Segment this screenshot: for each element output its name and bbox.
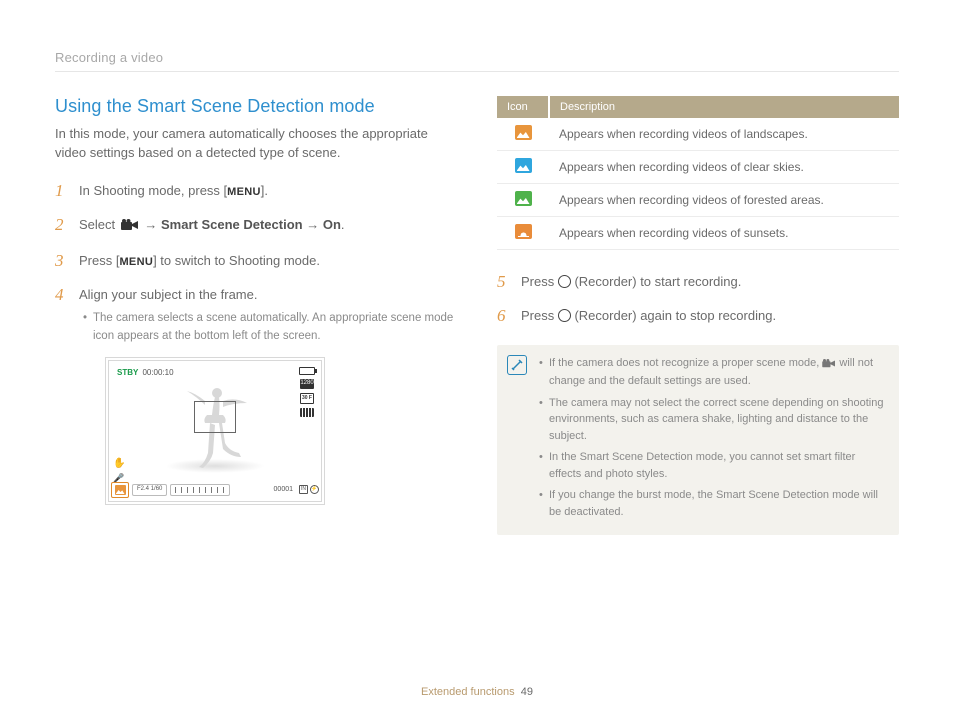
mic-icon	[113, 467, 125, 479]
step-number: 1	[55, 181, 69, 201]
aperture-value: F2.4	[137, 485, 149, 494]
note-item: The camera may not select the correct sc…	[539, 395, 885, 445]
step-number: 2	[55, 215, 69, 237]
menu-label: MENU	[227, 186, 261, 198]
page-footer: Extended functions 49	[0, 686, 954, 698]
sunset-icon	[515, 224, 532, 239]
icon-description-table: Icon Description Appears when recording …	[497, 96, 899, 250]
step-6: 6 Press (Recorder) again to stop recordi…	[497, 306, 899, 326]
breadcrumb: Recording a video	[55, 50, 899, 65]
right-column: Icon Description Appears when recording …	[497, 96, 899, 535]
focus-box	[194, 401, 236, 433]
step-number: 3	[55, 251, 69, 271]
recorder-button-icon	[558, 275, 571, 288]
left-column: Using the Smart Scene Detection mode In …	[55, 96, 457, 535]
screen-bottom-bar: F2.4 1/60 00001 IN ⚡	[111, 481, 319, 499]
resolution-icon: 1280	[300, 379, 314, 389]
table-row: Appears when recording videos of foreste…	[497, 184, 899, 217]
aperture-shutter-pill: F2.4 1/60	[132, 484, 167, 496]
framerate-icon: 30 F	[300, 393, 314, 404]
note-item: In the Smart Scene Detection mode, you c…	[539, 449, 885, 482]
table-desc: Appears when recording videos of landsca…	[549, 118, 899, 151]
step-4: 4 Align your subject in the frame. The c…	[55, 285, 457, 505]
step-2-arrow-1: →	[141, 217, 161, 232]
step-2-period: .	[341, 217, 345, 232]
step-3-text-b: ] to switch to Shooting mode.	[153, 253, 320, 268]
step-6-text-a: Press	[521, 308, 558, 323]
table-row: Appears when recording videos of sunsets…	[497, 217, 899, 250]
flash-off-icon: ⚡	[310, 485, 319, 494]
page-title: Using the Smart Scene Detection mode	[55, 96, 457, 117]
step-number: 6	[497, 306, 511, 326]
videocam-icon	[822, 357, 836, 374]
stby-indicator: STBY 00:00:10	[117, 367, 174, 379]
sky-icon	[515, 158, 532, 173]
stabilizer-icon	[113, 452, 125, 464]
footer-page-number: 49	[521, 686, 533, 698]
step-1: 1 In Shooting mode, press [MENU].	[55, 181, 457, 201]
note-box: If the camera does not recognize a prope…	[497, 345, 899, 536]
forest-icon	[515, 191, 532, 206]
scene-mode-chip	[111, 482, 129, 498]
note-1a: If the camera does not recognize a prope…	[549, 357, 822, 369]
step-5: 5 Press (Recorder) to start recording.	[497, 272, 899, 292]
step-5-text-b: (Recorder) to start recording.	[571, 274, 742, 289]
step-number: 5	[497, 272, 511, 292]
table-row: Appears when recording videos of landsca…	[497, 118, 899, 151]
stby-time: 00:00:10	[142, 368, 173, 377]
step-2-text-a: Select	[79, 217, 119, 232]
camera-screen: STBY 00:00:10 1280 30 F	[105, 357, 325, 505]
ev-scale	[170, 484, 230, 496]
table-desc: Appears when recording videos of sunsets…	[549, 217, 899, 250]
step-4-text: Align your subject in the frame.	[79, 287, 257, 302]
table-desc: Appears when recording videos of foreste…	[549, 184, 899, 217]
battery-icon	[299, 367, 315, 375]
divider	[55, 71, 899, 72]
step-6-text-b: (Recorder) again to stop recording.	[571, 308, 776, 323]
step-3: 3 Press [MENU] to switch to Shooting mod…	[55, 251, 457, 271]
note-icon	[507, 355, 529, 526]
storage-icon: IN	[299, 485, 308, 494]
step-1-text-b: ].	[261, 183, 268, 198]
shutter-value: 1/60	[151, 485, 163, 494]
quality-icon	[300, 408, 314, 417]
videocam-icon	[121, 217, 139, 237]
step-2-option: Smart Scene Detection	[161, 217, 303, 232]
step-2-arrow-2: →	[303, 217, 323, 232]
note-item: If you change the burst mode, the Smart …	[539, 487, 885, 520]
footer-section: Extended functions	[421, 686, 515, 698]
note-item: If the camera does not recognize a prope…	[539, 355, 885, 390]
table-desc: Appears when recording videos of clear s…	[549, 151, 899, 184]
table-head-icon: Icon	[497, 96, 549, 118]
screen-right-icons: 1280 30 F	[299, 367, 315, 417]
step-2-on: On	[323, 217, 341, 232]
step-number: 4	[55, 285, 69, 505]
stby-label: STBY	[117, 368, 138, 377]
step-1-text-a: In Shooting mode, press [	[79, 183, 227, 198]
intro-text: In this mode, your camera automatically …	[55, 125, 457, 163]
step-3-text-a: Press [	[79, 253, 119, 268]
step-2: 2 Select → Smart Scene Detection → On.	[55, 215, 457, 237]
table-head-desc: Description	[549, 96, 899, 118]
screen-left-icons	[113, 452, 125, 479]
step-5-text-a: Press	[521, 274, 558, 289]
menu-label: MENU	[119, 256, 153, 268]
recorder-button-icon	[558, 309, 571, 322]
step-4-sub: The camera selects a scene automatically…	[83, 310, 457, 345]
frame-counter: 00001	[274, 485, 293, 496]
table-row: Appears when recording videos of clear s…	[497, 151, 899, 184]
landscape-icon	[515, 125, 532, 140]
